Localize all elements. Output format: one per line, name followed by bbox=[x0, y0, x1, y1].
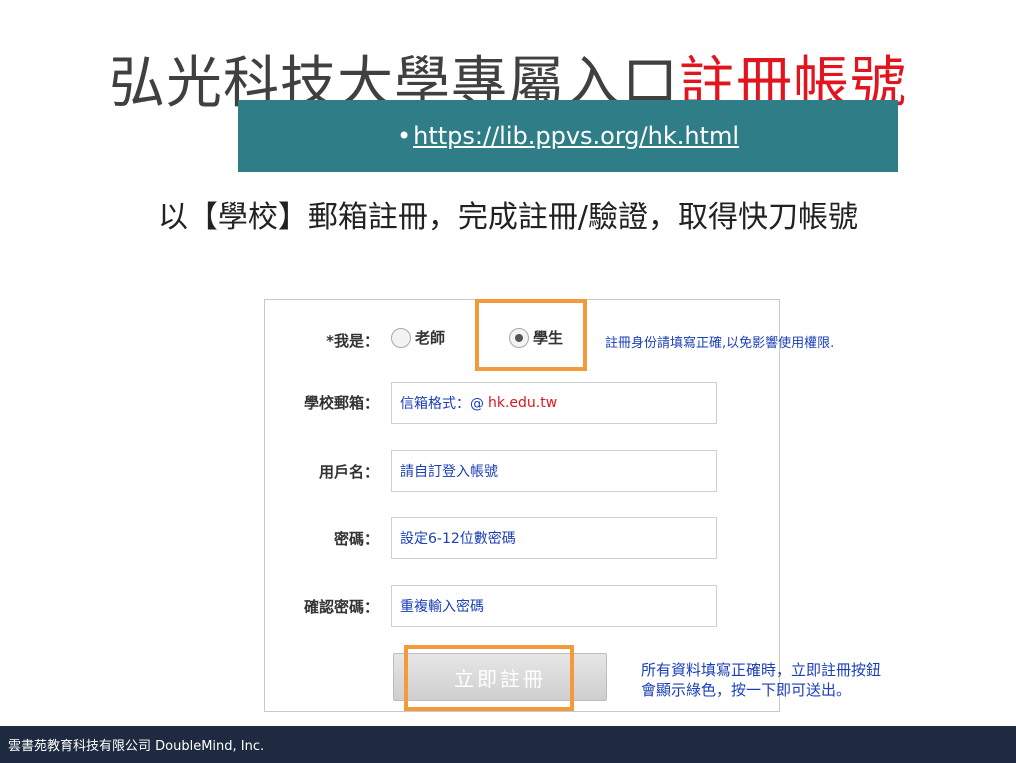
password-placeholder: 設定6-12位數密碼 bbox=[400, 531, 516, 547]
identity-label: *我是： bbox=[326, 332, 379, 350]
submit-note-line2: 會顯示綠色，按一下即可送出。 bbox=[641, 681, 852, 699]
password-field[interactable]: 設定6-12位數密碼 bbox=[391, 517, 717, 559]
url-link[interactable]: https://lib.ppvs.org/hk.html bbox=[413, 122, 739, 150]
email-domain: hk.edu.tw bbox=[488, 395, 558, 411]
radio-teacher-label: 老師 bbox=[415, 329, 446, 347]
radio-student-circle-icon bbox=[509, 327, 529, 348]
confirm-password-placeholder: 重複輸入密碼 bbox=[400, 599, 484, 615]
footer-company: 雲書苑教育科技有限公司 DoubleMind, Inc. bbox=[8, 739, 265, 754]
radio-student-label: 學生 bbox=[533, 329, 564, 347]
password-label: 密碼： bbox=[333, 530, 379, 548]
radio-student[interactable]: 學生 bbox=[509, 327, 563, 348]
instruction-text: 以【學校】郵箱註冊，完成註冊/驗證，取得快刀帳號 bbox=[157, 200, 859, 235]
email-label: 學校郵箱： bbox=[303, 394, 379, 412]
radio-teacher[interactable]: 老師 bbox=[391, 327, 445, 348]
footer-bar: 雲書苑教育科技有限公司 DoubleMind, Inc. bbox=[0, 726, 1016, 763]
url-bullet: • bbox=[396, 122, 412, 150]
radio-teacher-circle-icon bbox=[391, 327, 411, 348]
confirm-password-field[interactable]: 重複輸入密碼 bbox=[391, 585, 717, 627]
submit-note: 所有資料填寫正確時，立即註冊按鈕 會顯示綠色，按一下即可送出。 bbox=[641, 660, 881, 700]
email-field[interactable]: 信箱格式：@ hk.edu.tw bbox=[391, 382, 717, 424]
identity-note: 註冊身份請填寫正確,以免影響使用權限. bbox=[605, 336, 835, 351]
registration-form: *我是： 老師 學生 註冊身份請填寫正確,以免影響使用權限. 學校郵箱： 信箱格… bbox=[264, 299, 834, 712]
username-label: 用戶名： bbox=[318, 463, 379, 481]
register-button[interactable]: 立即註冊 bbox=[393, 653, 607, 701]
email-placeholder: 信箱格式：@ bbox=[400, 396, 484, 412]
url-banner: • https://lib.ppvs.org/hk.html bbox=[238, 100, 898, 172]
confirm-password-label: 確認密碼： bbox=[303, 598, 379, 616]
username-placeholder: 請自訂登入帳號 bbox=[400, 464, 498, 480]
username-field[interactable]: 請自訂登入帳號 bbox=[391, 450, 717, 492]
submit-note-line1: 所有資料填寫正確時，立即註冊按鈕 bbox=[641, 661, 882, 679]
